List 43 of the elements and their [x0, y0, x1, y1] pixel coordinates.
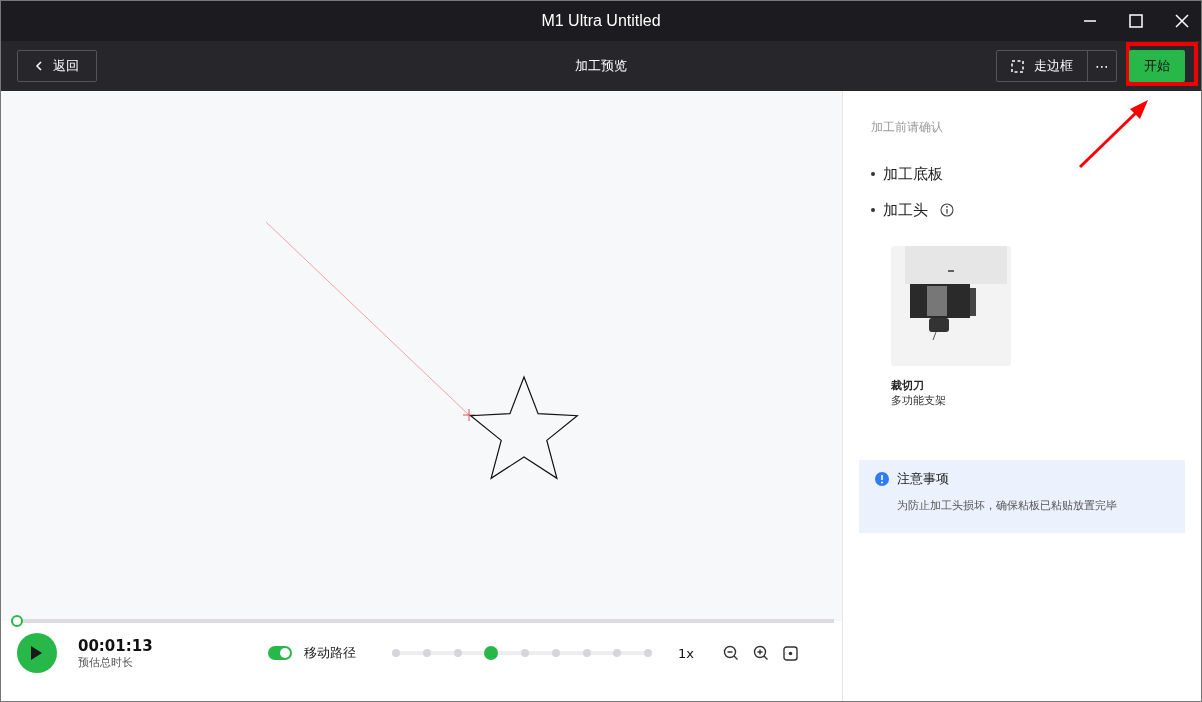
zoom-out-icon[interactable] [723, 645, 739, 661]
info-icon[interactable] [940, 203, 954, 217]
chevron-left-icon [35, 61, 43, 71]
speed-stop-dot [392, 649, 400, 657]
fit-view-icon[interactable] [783, 645, 798, 661]
tool-name: 裁切刀 [891, 378, 925, 393]
speed-value: 1x [678, 645, 695, 661]
path-label: 移动路径 [304, 644, 357, 662]
progress-thumb[interactable] [11, 615, 23, 627]
speed-stop-dot [521, 649, 529, 657]
more-button[interactable]: ⋯ [1088, 51, 1116, 81]
speed-stop-dot [551, 649, 560, 657]
duration-label: 预估总时长 [78, 654, 134, 670]
crosshair-icon [462, 408, 476, 422]
speed-stop-dot [582, 649, 591, 657]
speed-stop-dot [644, 649, 652, 657]
notice-text: 为防止加工头损坏，确保粘板已粘贴放置完毕 [897, 498, 1118, 513]
bullet-icon [871, 208, 875, 212]
highlight-frame [1126, 42, 1198, 86]
play-button[interactable] [17, 633, 57, 673]
play-icon [29, 645, 43, 661]
path-toggle[interactable] [268, 646, 292, 660]
speed-stop-dot [422, 649, 431, 657]
notice-title: 注意事项 [897, 470, 949, 488]
info-icon [875, 472, 889, 486]
maximize-icon[interactable] [1129, 14, 1143, 28]
bullet-icon [871, 172, 875, 176]
window-title: M1 Ultra Untitled [541, 12, 661, 30]
speed-stop-dot [453, 649, 462, 657]
speed-stop-dot [613, 649, 622, 657]
speed-slider-thumb[interactable] [484, 646, 499, 660]
checklist-item: 加工底板 [883, 164, 943, 184]
duration-time: 00:01:13 [78, 636, 154, 655]
back-button[interactable]: 返回 [17, 50, 97, 82]
close-icon[interactable] [1175, 14, 1189, 28]
page-title: 加工预览 [575, 57, 627, 75]
tool-subtitle: 多功能支架 [891, 393, 947, 408]
dashed-square-icon [1011, 59, 1024, 73]
start-button[interactable]: 开始 [1129, 50, 1185, 82]
checklist-item: 加工头 [883, 200, 928, 220]
frame-button[interactable]: 走边框 [997, 51, 1088, 81]
zoom-in-icon[interactable] [753, 645, 769, 661]
panel-heading: 加工前请确认 [871, 119, 944, 136]
